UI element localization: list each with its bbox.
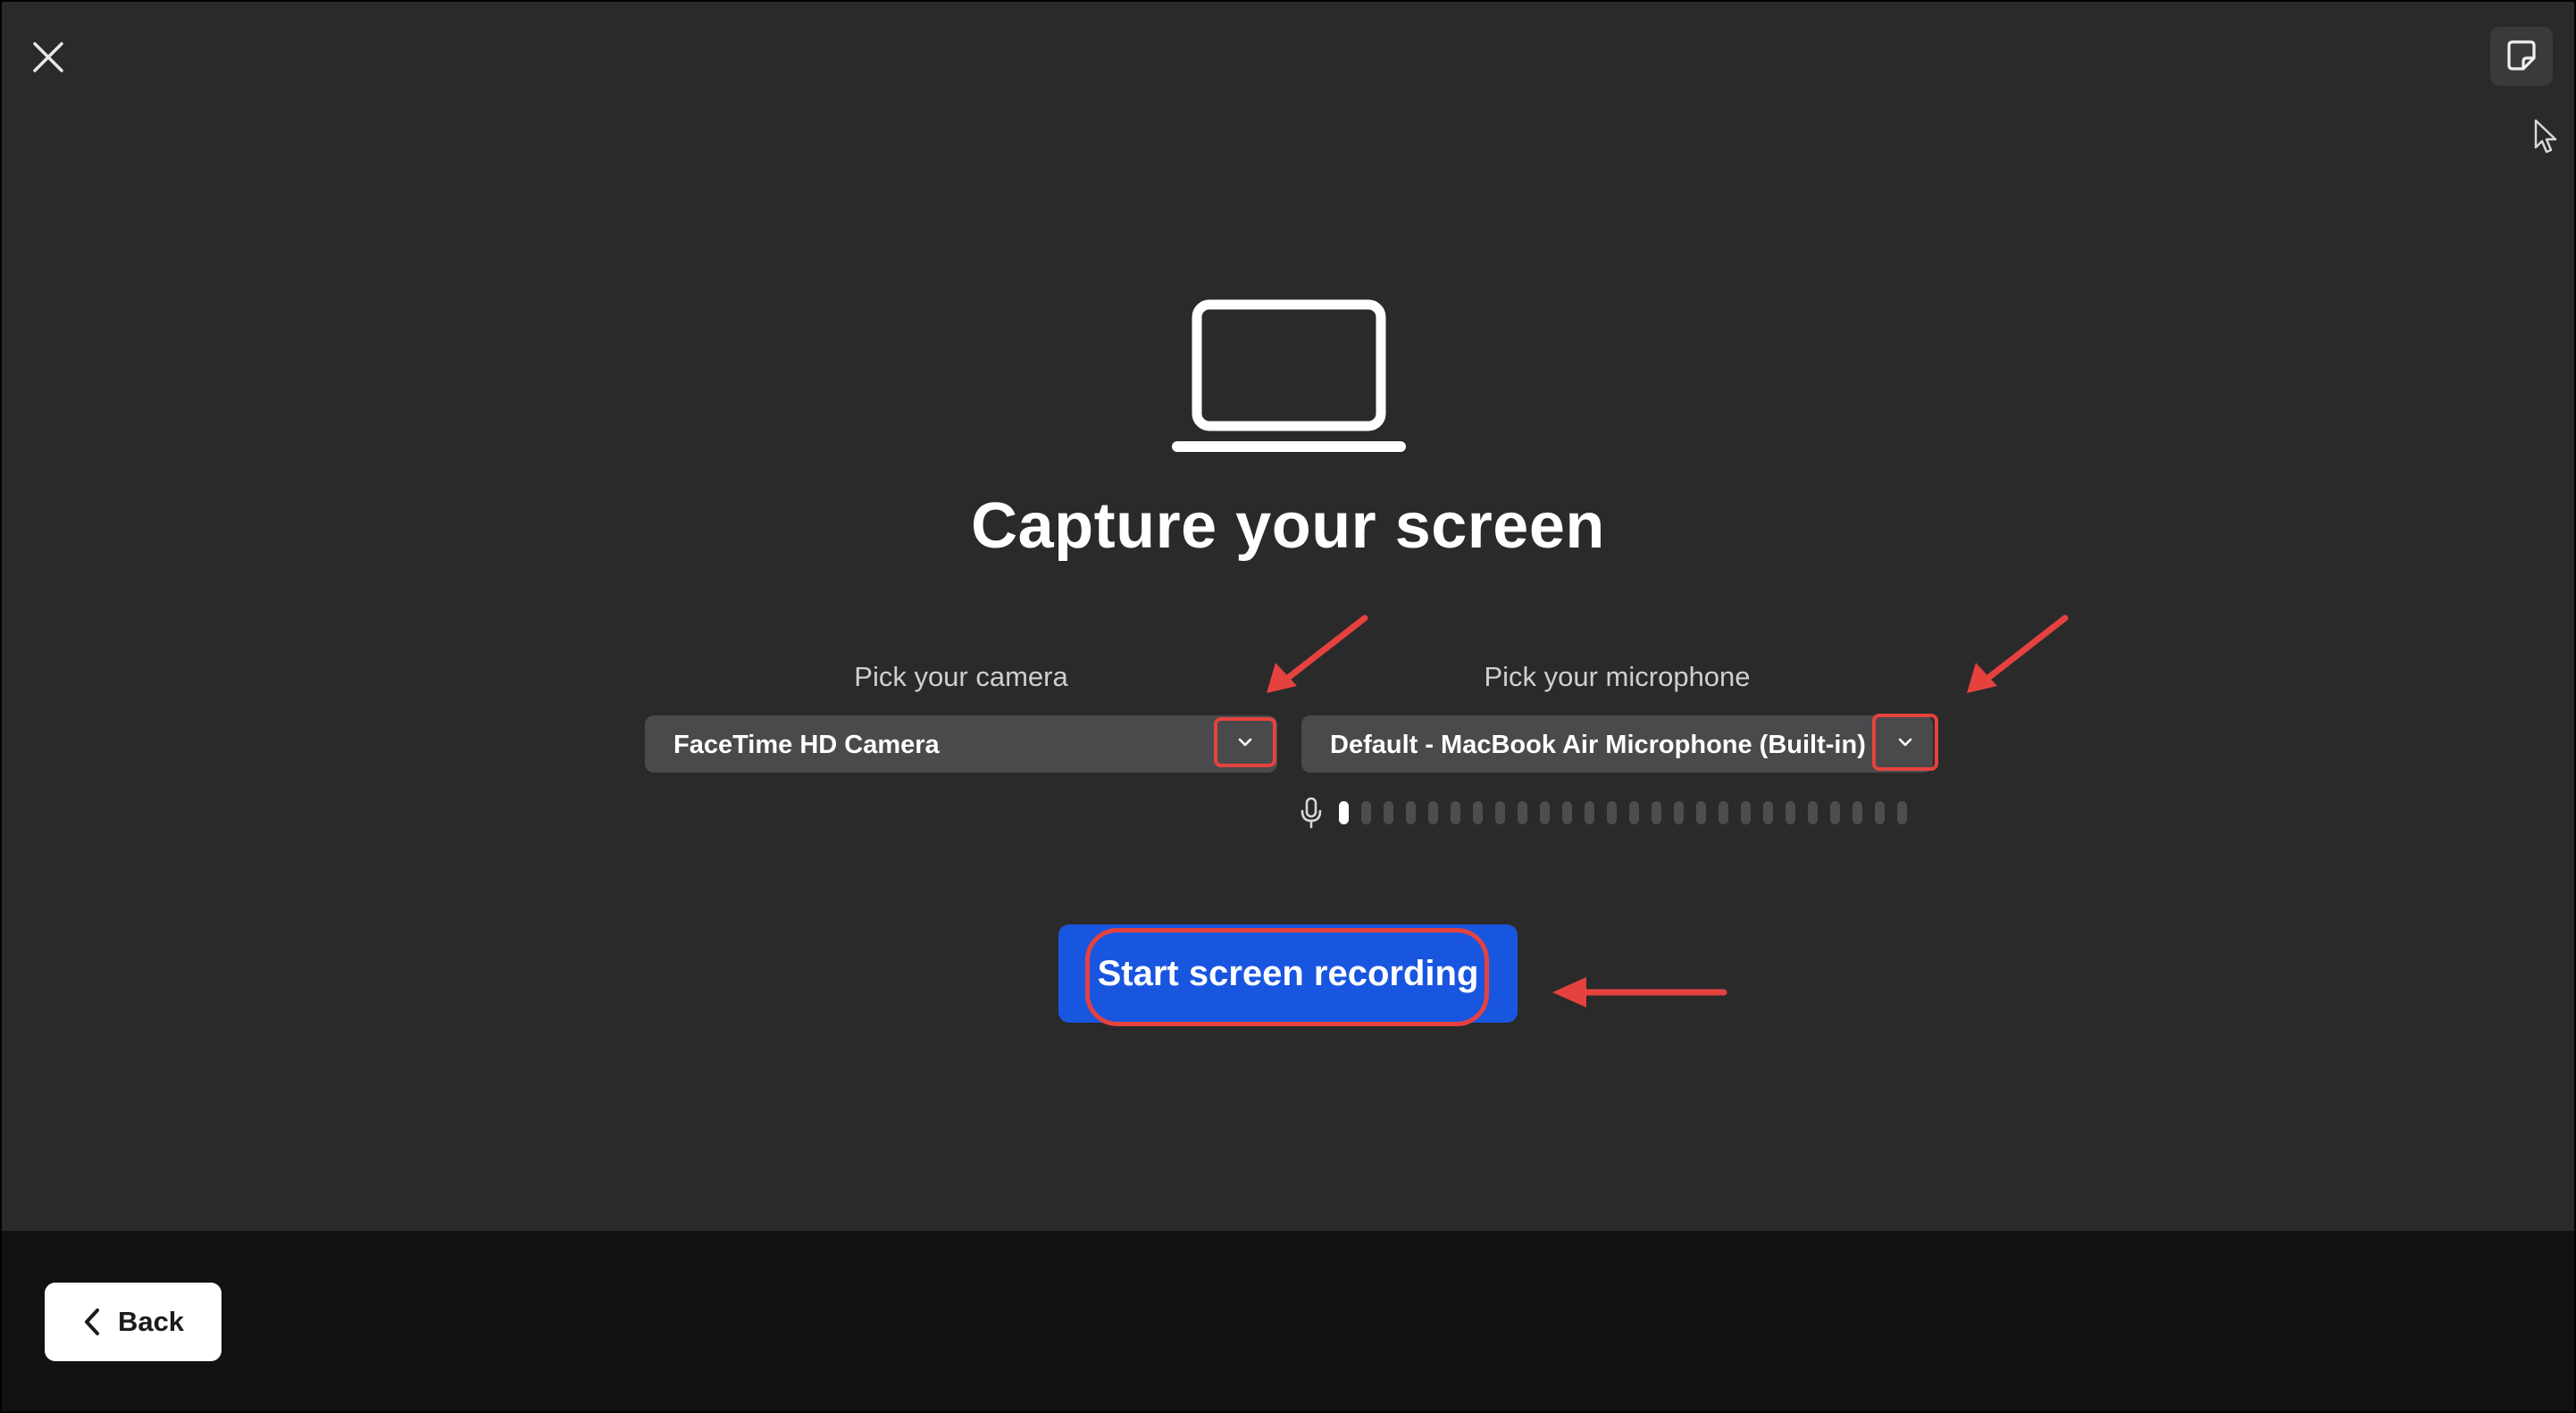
level-bar xyxy=(1585,801,1594,824)
level-bar xyxy=(1473,801,1483,824)
sticky-note-icon xyxy=(2507,40,2536,71)
level-bar xyxy=(1428,801,1438,824)
microphone-level-meter xyxy=(1298,795,1907,831)
laptop-icon xyxy=(1172,299,1406,452)
level-bar xyxy=(1897,801,1907,824)
microphone-icon xyxy=(1301,797,1322,829)
page-title: Capture your screen xyxy=(971,490,1605,562)
camera-select-value: FaceTime HD Camera xyxy=(673,731,940,759)
microphone-label: Pick your microphone xyxy=(1484,661,1751,692)
camera-label: Pick your camera xyxy=(854,661,1068,692)
chevron-down-icon xyxy=(1238,738,1252,747)
level-bar xyxy=(1451,801,1460,824)
level-bar xyxy=(1384,801,1393,824)
chevron-left-icon xyxy=(84,1308,99,1335)
back-button[interactable]: Back xyxy=(45,1283,222,1361)
level-bar xyxy=(1853,801,1862,824)
mouse-cursor-icon xyxy=(2534,119,2557,154)
notes-button[interactable] xyxy=(2490,27,2553,86)
level-bar xyxy=(1652,801,1661,824)
back-button-label: Back xyxy=(117,1306,185,1337)
level-bar xyxy=(1719,801,1728,824)
level-bar xyxy=(1361,801,1371,824)
level-bar xyxy=(1741,801,1751,824)
level-bars xyxy=(1339,801,1907,824)
start-button-label: Start screen recording xyxy=(1097,953,1479,993)
red-arrow-icon xyxy=(1967,615,2069,693)
microphone-dropdown-toggle[interactable] xyxy=(1872,714,1938,771)
level-bar xyxy=(1495,801,1505,824)
level-bar xyxy=(1830,801,1840,824)
level-bar xyxy=(1808,801,1818,824)
footer-bar xyxy=(2,1231,2574,1411)
level-bar xyxy=(1674,801,1684,824)
level-bar xyxy=(1629,801,1639,824)
camera-dropdown-toggle[interactable] xyxy=(1214,717,1276,767)
red-arrow-icon xyxy=(1552,977,1727,1007)
close-button[interactable] xyxy=(27,36,70,79)
level-bar xyxy=(1518,801,1527,824)
microphone-select-value: Default - MacBook Air Microphone (Built-… xyxy=(1330,731,1866,759)
level-bar xyxy=(1562,801,1572,824)
chevron-down-icon xyxy=(1898,738,1912,747)
level-bar xyxy=(1540,801,1550,824)
level-bar xyxy=(1763,801,1773,824)
close-icon xyxy=(33,42,63,72)
camera-select[interactable]: FaceTime HD Camera xyxy=(645,715,1277,773)
level-bar xyxy=(1786,801,1795,824)
microphone-select[interactable]: Default - MacBook Air Microphone (Built-… xyxy=(1301,715,1933,773)
level-bar xyxy=(1875,801,1885,824)
level-bar xyxy=(1339,801,1349,824)
red-arrow-icon xyxy=(1267,615,1368,693)
level-bar xyxy=(1607,801,1617,824)
level-bar xyxy=(1696,801,1706,824)
level-bar xyxy=(1406,801,1416,824)
